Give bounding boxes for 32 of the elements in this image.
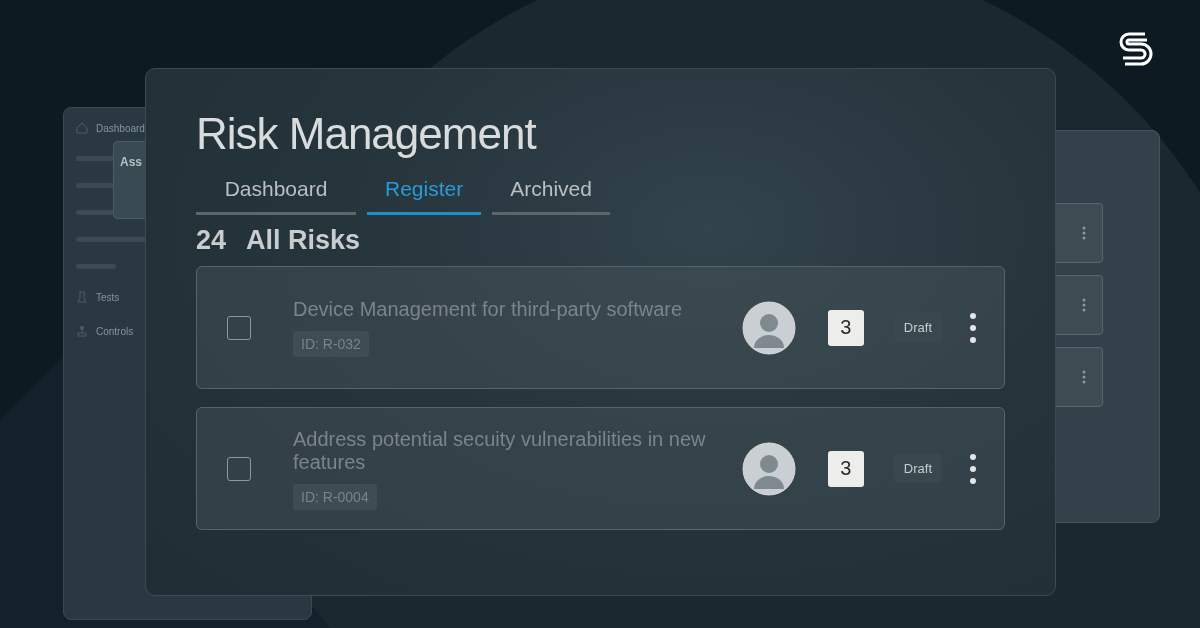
avatar-icon [741,300,796,355]
row-checkbox[interactable] [227,456,251,481]
tab[interactable]: Dashboard [196,173,356,215]
nav-label: Controls [96,325,134,337]
row-checkbox[interactable] [227,315,251,340]
risk-row[interactable]: Device Management for third-party software ID: R-032 3 Draft [196,266,1005,389]
risk-title: Address potential secuity vulnerabilities in new features [293,427,707,474]
home-icon [76,122,88,134]
score-badge: 3 [827,450,864,487]
tab[interactable]: Register [367,173,482,215]
risk-id: ID: R-0004 [293,483,377,510]
page-title: Risk Management [196,109,536,159]
risk-id: ID: R-032 [293,331,369,357]
joystick-icon [76,325,88,337]
list-title: All Risks [246,225,361,256]
avatar-icon [741,441,796,496]
status-tag: Draft [893,454,942,483]
kebab-icon [970,453,976,484]
nav-label: Tests [96,291,120,303]
kebab-icon[interactable] [1082,370,1086,384]
logo-icon [1117,30,1153,66]
nav-label: Dashboard [96,122,145,134]
kebab-icon[interactable] [1082,298,1086,312]
risk-row[interactable]: Address potential secuity vulnerabilities in new features ID: R-0004 3 Draft [196,407,1005,530]
risk-count: 24 [196,225,227,256]
risk-title: Device Management for third-party software [293,298,684,321]
dialog-title: Ass [120,155,142,169]
kebab-icon [970,312,976,343]
kebab-icon[interactable] [1082,226,1086,240]
flask-icon [76,291,88,303]
score-badge: 3 [827,309,864,346]
tab[interactable]: Archived [492,173,610,215]
